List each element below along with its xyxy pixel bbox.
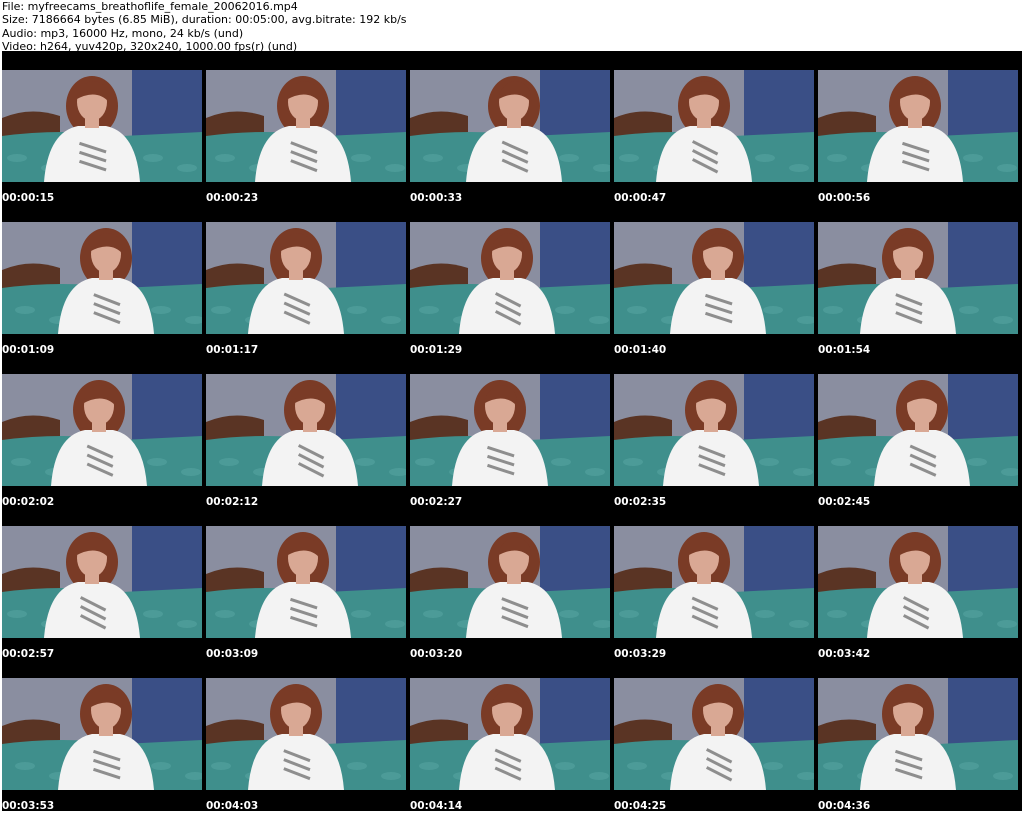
file-size-line: Size: 7186664 bytes (6.85 MiB), duration… [2,13,407,27]
frame-timestamp: 00:02:27 [410,496,463,508]
file-info-header: File: myfreecams_breathoflife_female_200… [2,0,1020,53]
frame-timestamp: 00:04:36 [818,800,871,812]
thumbnail-cell[interactable]: 00:00:15 [2,70,202,222]
thumbnail-cell[interactable]: 00:04:25 [614,678,814,830]
thumbnail-cell[interactable]: 00:01:29 [410,222,610,374]
thumbnail-cell[interactable]: 00:03:53 [2,678,202,830]
video-frame-image[interactable] [818,374,1018,486]
frame-timestamp: 00:03:09 [206,648,259,660]
thumbnail-cell[interactable]: 00:03:42 [818,526,1018,678]
frame-timestamp: 00:01:40 [614,344,667,356]
thumbnail-cell[interactable]: 00:03:20 [410,526,610,678]
thumbnail-row: 00:02:57 00:03:09 00:03:20 00:03:29 00:03:42 [2,526,1022,678]
video-frame-image[interactable] [410,374,610,486]
frame-timestamp: 00:00:56 [818,192,871,204]
video-frame-image[interactable] [206,70,406,182]
video-frame-image[interactable] [410,678,610,790]
frame-timestamp: 00:02:02 [2,496,55,508]
frame-timestamp: 00:04:03 [206,800,259,812]
thumbnail-cell[interactable]: 00:03:29 [614,526,814,678]
thumbnail-row: 00:02:02 00:02:12 00:02:27 00:02:35 00:02:45 [2,374,1022,526]
frame-timestamp: 00:03:42 [818,648,871,660]
frame-timestamp: 00:03:20 [410,648,463,660]
thumbnail-cell[interactable]: 00:04:14 [410,678,610,830]
frame-timestamp: 00:04:14 [410,800,463,812]
frame-timestamp: 00:00:47 [614,192,667,204]
thumbnail-row: 00:01:09 00:01:17 00:01:29 00:01:40 00:01:54 [2,222,1022,374]
thumbnail-cell[interactable]: 00:02:27 [410,374,610,526]
video-frame-image[interactable] [818,70,1018,182]
thumbnail-cell[interactable]: 00:00:23 [206,70,406,222]
video-frame-image[interactable] [818,222,1018,334]
video-frame-image[interactable] [410,526,610,638]
thumbnail-cell[interactable]: 00:01:40 [614,222,814,374]
frame-timestamp: 00:00:15 [2,192,55,204]
video-frame-image[interactable] [614,678,814,790]
frame-timestamp: 00:03:53 [2,800,55,812]
thumbnail-cell[interactable]: 00:04:03 [206,678,406,830]
thumbnail-cell[interactable]: 00:02:45 [818,374,1018,526]
thumbnail-cell[interactable]: 00:02:35 [614,374,814,526]
thumbnail-cell[interactable]: 00:00:33 [410,70,610,222]
video-frame-image[interactable] [614,374,814,486]
video-frame-image[interactable] [818,678,1018,790]
video-frame-image[interactable] [2,374,202,486]
frame-timestamp: 00:03:29 [614,648,667,660]
audio-info-line: Audio: mp3, 16000 Hz, mono, 24 kb/s (und… [2,26,244,40]
thumbnail-cell[interactable]: 00:00:47 [614,70,814,222]
thumbnail-cell[interactable]: 00:02:12 [206,374,406,526]
video-frame-image[interactable] [2,526,202,638]
frame-timestamp: 00:02:12 [206,496,259,508]
frame-timestamp: 00:01:29 [410,344,463,356]
thumbnail-cell[interactable]: 00:02:02 [2,374,202,526]
video-frame-image[interactable] [614,70,814,182]
video-frame-image[interactable] [2,70,202,182]
thumbnail-cell[interactable]: 00:01:09 [2,222,202,374]
file-name-line: File: myfreecams_breathoflife_female_200… [2,0,298,13]
video-frame-image[interactable] [2,678,202,790]
frame-timestamp: 00:02:35 [614,496,667,508]
video-frame-image[interactable] [206,678,406,790]
video-frame-image[interactable] [410,222,610,334]
frame-timestamp: 00:01:54 [818,344,871,356]
thumbnail-row: 00:03:53 00:04:03 00:04:14 00:04:25 00:04:36 [2,678,1022,830]
frame-timestamp: 00:01:09 [2,344,55,356]
frame-timestamp: 00:00:23 [206,192,259,204]
thumbnail-row: 00:00:15 00:00:23 00:00:33 00:00:47 00:00:56 [2,70,1022,222]
frame-timestamp: 00:02:57 [2,648,55,660]
video-frame-image[interactable] [614,222,814,334]
thumbnail-sheet: 00:00:15 00:00:23 00:00:33 00:00:47 00:00:56… [2,51,1022,812]
thumbnail-cell[interactable]: 00:00:56 [818,70,1018,222]
thumbnail-cell[interactable]: 00:03:09 [206,526,406,678]
video-frame-image[interactable] [614,526,814,638]
video-frame-image[interactable] [818,526,1018,638]
video-frame-image[interactable] [206,374,406,486]
frame-timestamp: 00:02:45 [818,496,871,508]
thumbnail-cell[interactable]: 00:01:17 [206,222,406,374]
video-frame-image[interactable] [206,526,406,638]
frame-timestamp: 00:01:17 [206,344,259,356]
thumbnail-cell[interactable]: 00:04:36 [818,678,1018,830]
thumbnail-cell[interactable]: 00:01:54 [818,222,1018,374]
video-frame-image[interactable] [206,222,406,334]
video-frame-image[interactable] [410,70,610,182]
thumbnail-cell[interactable]: 00:02:57 [2,526,202,678]
frame-timestamp: 00:00:33 [410,192,463,204]
video-frame-image[interactable] [2,222,202,334]
frame-timestamp: 00:04:25 [614,800,667,812]
